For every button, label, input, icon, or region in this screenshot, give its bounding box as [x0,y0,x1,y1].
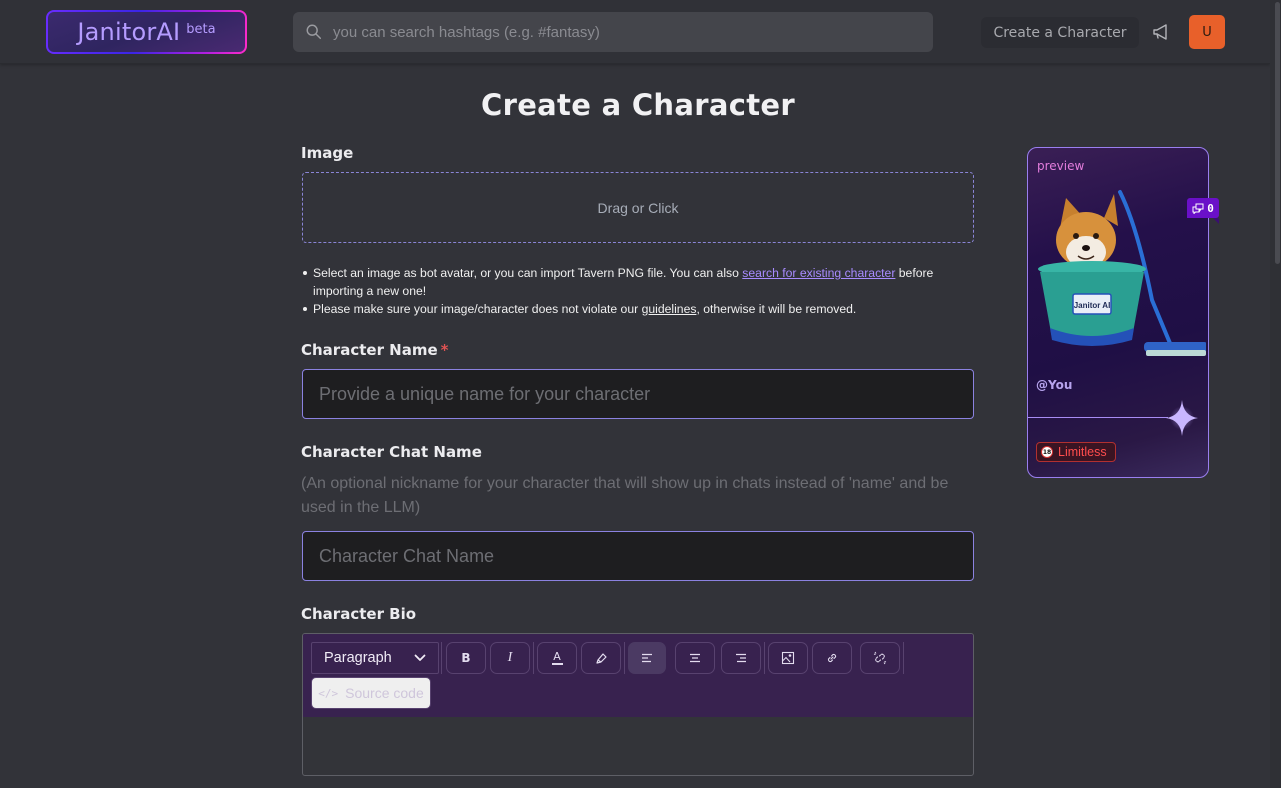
align-center-icon [690,653,700,663]
toolbar-divider [533,642,534,674]
toolbar-divider [764,642,765,674]
logo-beta-badge: beta [186,21,216,37]
italic-icon: I [507,650,513,665]
age-18-icon: 18 [1041,446,1053,458]
align-center-button[interactable] [675,642,715,674]
bold-button[interactable]: B [446,642,486,674]
align-right-button[interactable] [721,642,761,674]
character-chat-name-input[interactable] [302,531,974,581]
image-dropzone[interactable]: Drag or Click [302,172,974,243]
logo-inner: JanitorAI beta [48,12,245,52]
text-color-button[interactable]: A [537,642,577,674]
character-bio-label: Character Bio [301,605,417,623]
align-right-icon [736,653,746,663]
page-scrollbar-thumb[interactable] [1275,2,1280,264]
bio-editor-content[interactable] [303,717,973,775]
card-divider [1028,417,1168,418]
logo-text: JanitorAI [77,18,181,46]
sparkle-icon [1166,400,1198,436]
unlink-icon [873,651,887,665]
note-item: Select an image as bot avatar, or you ca… [303,264,978,300]
search-input[interactable] [333,23,893,41]
source-code-label: Source code [345,685,424,701]
search-existing-character-link[interactable]: search for existing character [742,266,895,280]
insert-link-button[interactable] [812,642,852,674]
character-name-input[interactable] [302,369,974,419]
italic-button[interactable]: I [490,642,530,674]
block-format-select[interactable]: Paragraph [311,642,439,674]
align-left-icon [642,653,652,663]
character-name-label: Character Name * [301,341,449,359]
janitor-dog-bucket-illustration: Janitor AI [1038,190,1206,356]
dropzone-text: Drag or Click [597,199,679,216]
character-preview-card: preview Janitor AI 0 @You 18 Limitless [1027,147,1219,478]
janitorai-logo[interactable]: JanitorAI beta [46,10,247,54]
chat-count: 0 [1207,201,1214,215]
creator-handle: @You [1036,378,1073,392]
bold-icon: B [461,651,471,665]
note-text: Select an image as bot avatar, or you ca… [313,266,743,280]
text-color-underline [551,663,563,665]
toolbar-divider [903,642,904,674]
create-character-button[interactable]: Create a Character [981,17,1139,48]
limitless-badge: 18 Limitless [1036,442,1116,462]
character-chat-name-label: Character Chat Name [301,443,482,461]
highlight-button[interactable] [581,642,621,674]
note-text: , otherwise it will be removed. [696,302,857,316]
limitless-label: Limitless [1058,445,1107,459]
chat-bubbles-icon [1192,203,1204,214]
character-chat-name-helper: (An optional nickname for your character… [301,475,949,516]
character-bio-editor: Paragraph B I A </> Source code [302,633,974,776]
announcements-megaphone-icon[interactable] [1151,22,1171,42]
required-marker: * [440,341,449,359]
highlighter-icon [596,653,607,664]
user-avatar[interactable]: U [1189,15,1225,49]
remove-link-button[interactable] [860,642,900,674]
text-color-icon: A [553,650,561,663]
chevron-down-icon [414,654,426,661]
chat-count-badge: 0 [1187,198,1219,224]
top-nav: JanitorAI beta Create a Character U [0,0,1270,64]
note-item: Please make sure your image/character do… [303,300,978,318]
guidelines-link[interactable]: guidelines [642,302,697,316]
block-format-value: Paragraph [324,650,392,666]
insert-image-button[interactable] [768,642,808,674]
image-label: Image [301,144,354,162]
search-bar[interactable] [293,12,933,52]
source-code-button[interactable]: </> Source code [311,677,431,709]
character-name-label-text: Character Name [301,341,438,359]
editor-toolbar: Paragraph B I A </> Source code [303,634,973,717]
page-title: Create a Character [481,88,795,122]
code-icon: </> [318,686,339,700]
preview-label: preview [1037,159,1085,173]
link-icon [827,653,837,663]
note-text: Please make sure your image/character do… [313,302,642,316]
toolbar-divider [624,642,625,674]
image-icon [781,651,795,665]
bucket-label-text: Janitor AI [1074,301,1111,310]
image-notes: Select an image as bot avatar, or you ca… [303,264,978,318]
toolbar-divider [441,642,442,674]
search-icon [306,24,322,40]
align-left-button[interactable] [628,642,666,674]
